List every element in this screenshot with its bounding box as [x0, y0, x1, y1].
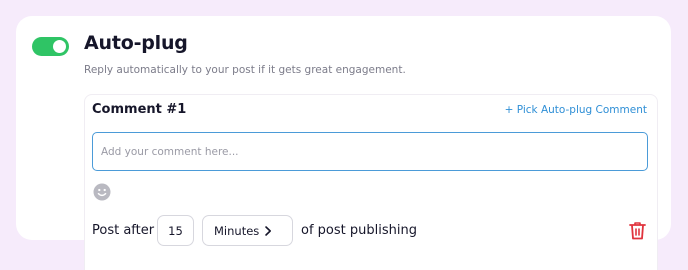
pick-autoplug-comment-link[interactable]: + Pick Auto-plug Comment — [505, 104, 647, 116]
chevron-right-icon — [265, 226, 271, 236]
autoplug-title: Auto-plug — [84, 32, 188, 54]
comment-input[interactable] — [92, 132, 648, 171]
post-after-label: Post after — [92, 223, 155, 238]
comment-label: Comment #1 — [92, 102, 187, 117]
trash-icon[interactable] — [629, 221, 646, 240]
toggle-knob — [53, 40, 66, 53]
autoplug-toggle[interactable] — [32, 37, 69, 56]
delay-amount-input[interactable]: 15 — [157, 215, 194, 246]
emoji-smile-icon[interactable] — [93, 183, 111, 201]
delay-amount-value: 15 — [168, 223, 183, 238]
post-publishing-label: of post publishing — [301, 223, 417, 238]
delay-unit-value: Minutes — [214, 223, 260, 238]
autoplug-description: Reply automatically to your post if it g… — [84, 64, 406, 76]
delay-unit-select[interactable]: Minutes — [202, 215, 293, 246]
